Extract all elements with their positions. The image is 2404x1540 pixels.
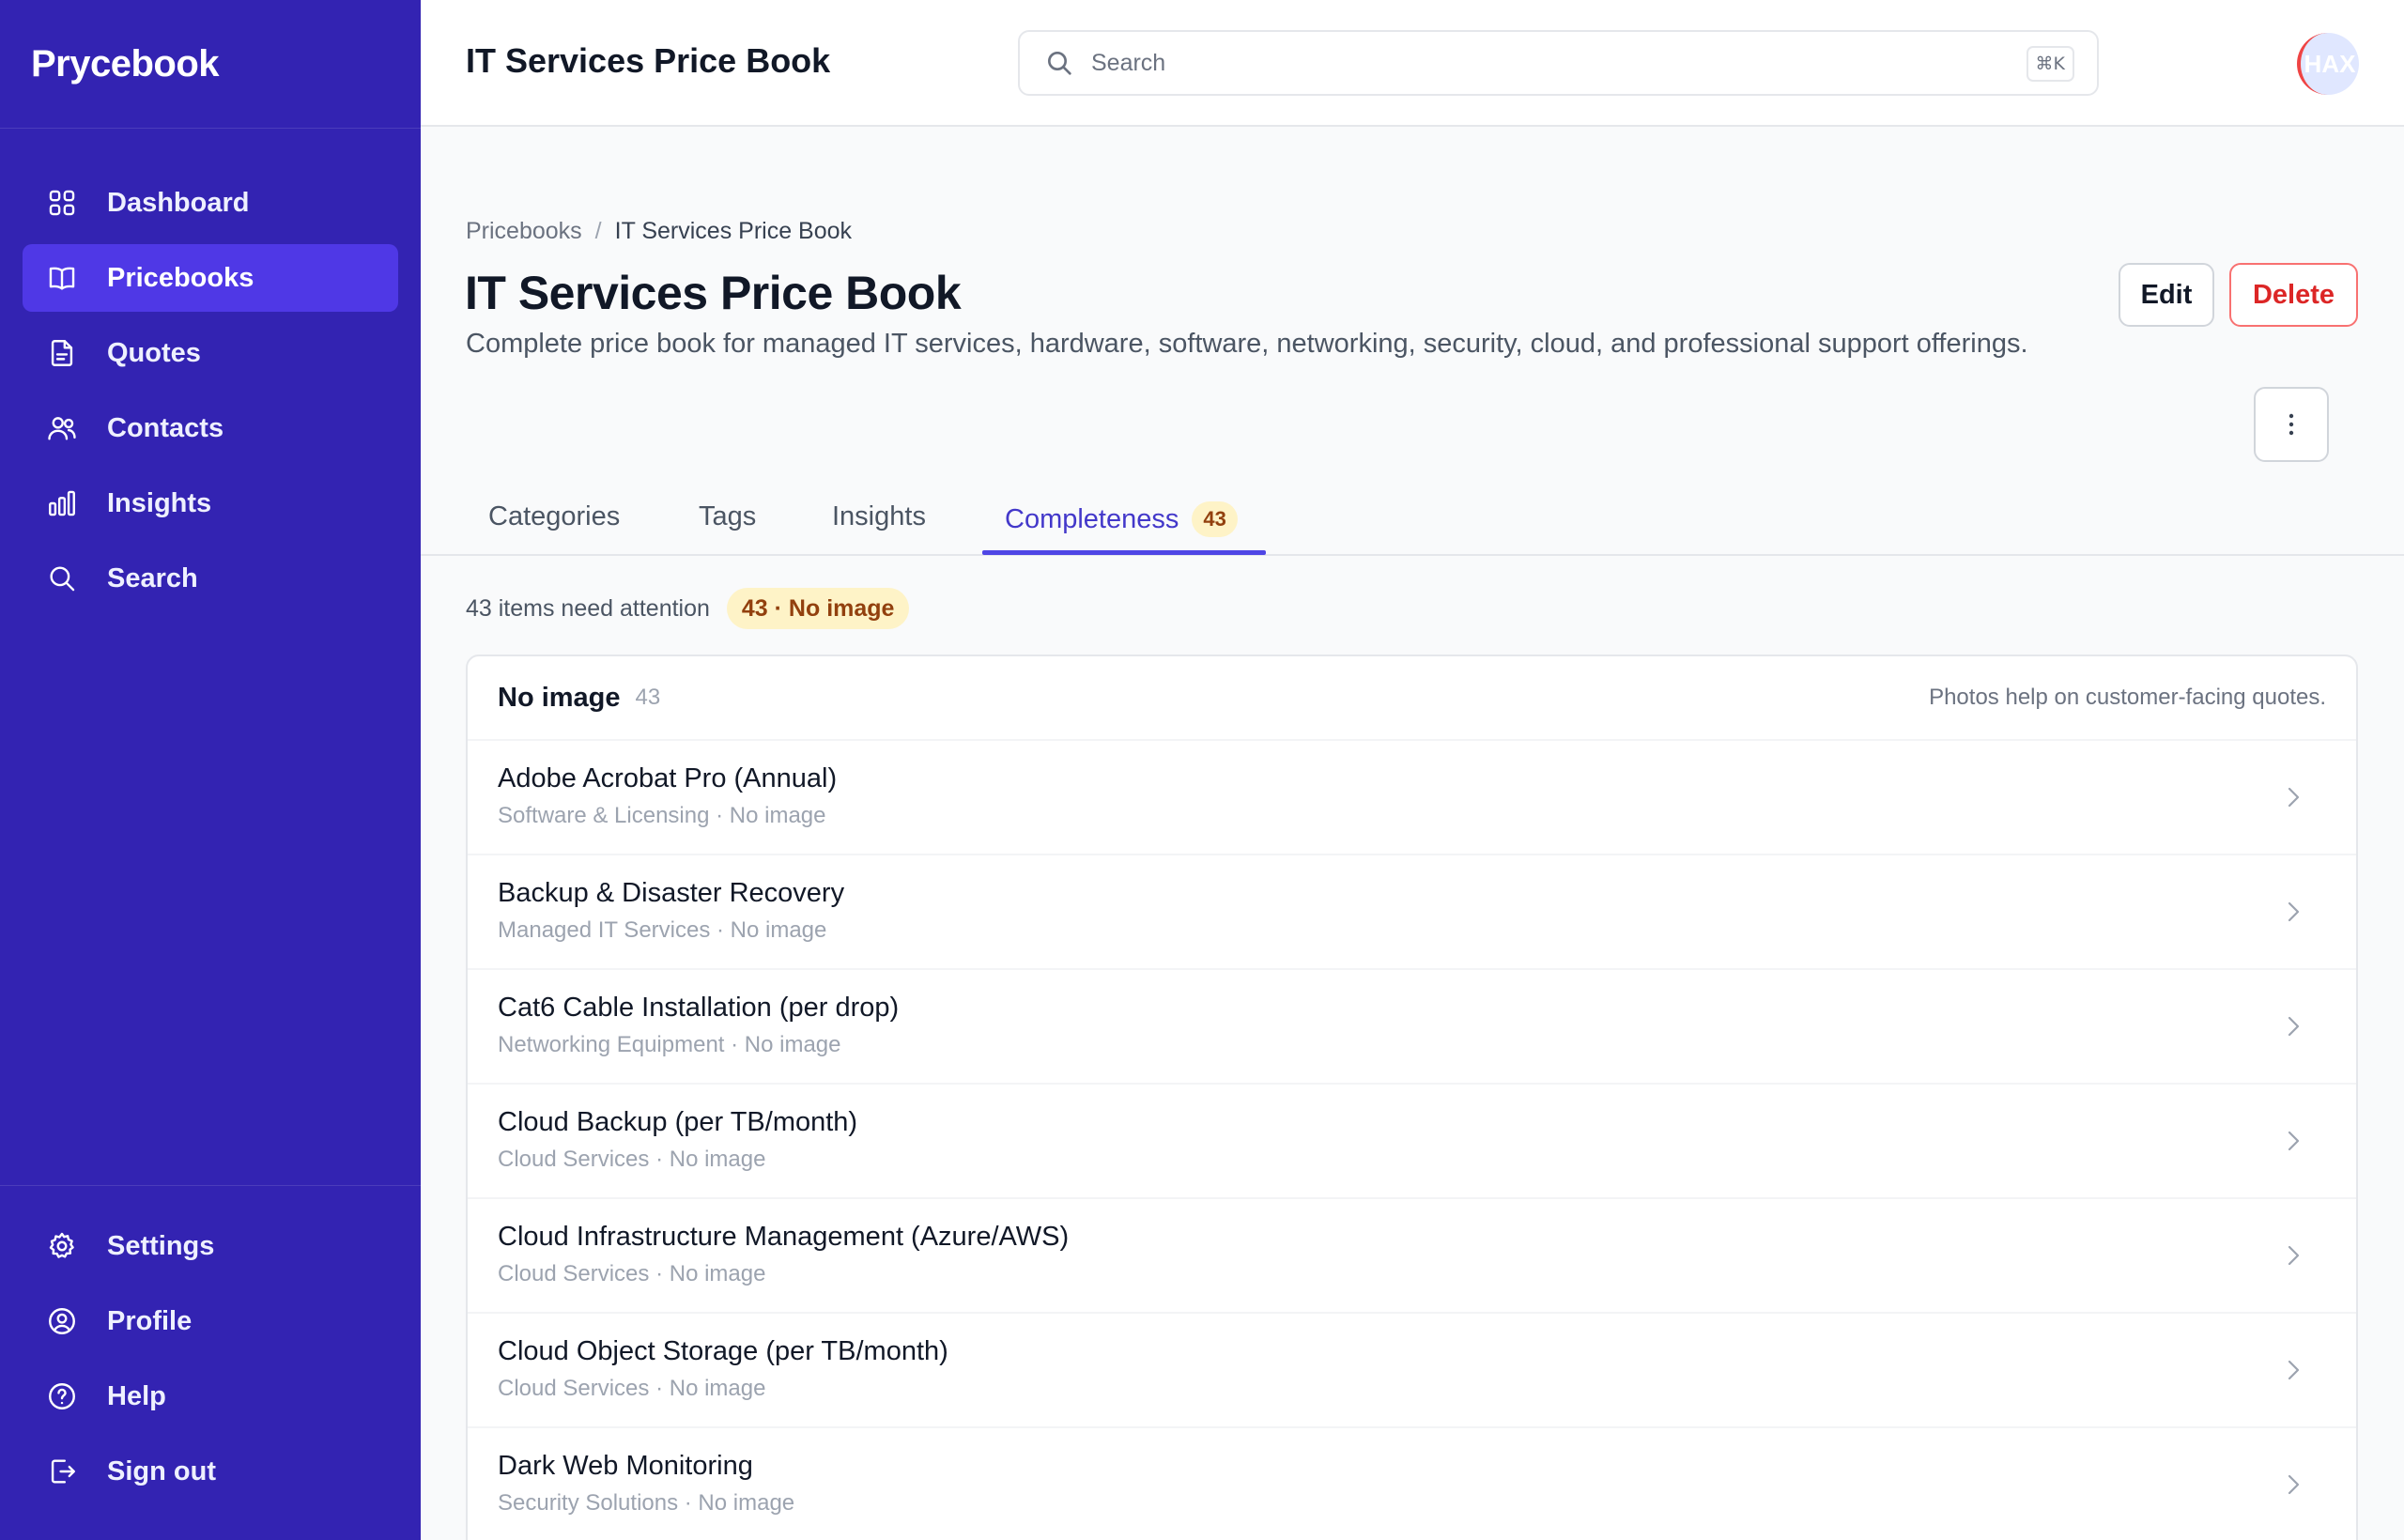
chevron-right-icon (2279, 1125, 2307, 1157)
user-circle-icon (45, 1304, 79, 1338)
item-meta: Software & Licensing · No image (498, 803, 826, 828)
item-meta: Security Solutions · No image (498, 1490, 795, 1516)
item-meta: Networking Equipment · No image (498, 1032, 841, 1057)
status-badge[interactable]: 43 · No image (726, 588, 910, 629)
more-vertical-icon (2288, 413, 2294, 436)
book-icon (45, 261, 79, 295)
sidebar-item-settings[interactable]: Settings (23, 1212, 398, 1280)
chevron-right-icon (2279, 1010, 2307, 1042)
sidebar-item-insights[interactable]: Insights (23, 470, 398, 537)
bar-chart-icon (45, 486, 79, 520)
item-meta: Cloud Services · No image (498, 1261, 766, 1286)
item-name: Cloud Infrastructure Management (Azure/A… (498, 1222, 1070, 1252)
list-item[interactable]: Dark Web Monitoring Security Solutions ·… (468, 1428, 2356, 1540)
sidebar-item-label: Settings (107, 1230, 215, 1261)
more-options-button[interactable] (2254, 387, 2329, 462)
delete-button[interactable]: Delete (2229, 263, 2358, 327)
sidebar-nav: Dashboard Pricebooks Quotes Contacts Ins… (0, 129, 421, 612)
no-image-list-card: No image 43 Photos help on customer-faci… (466, 654, 2358, 1540)
edit-button[interactable]: Edit (2119, 263, 2214, 327)
chevron-right-icon (2279, 1354, 2307, 1386)
tab-count-badge: 43 (1192, 501, 1238, 537)
grid-icon (45, 186, 79, 220)
card-header: No image 43 Photos help on customer-faci… (468, 656, 2356, 741)
chevron-right-icon (2279, 781, 2307, 813)
card-title: No image (498, 682, 621, 713)
breadcrumb: Pricebooks / IT Services Price Book (466, 218, 852, 245)
sidebar-item-sign-out[interactable]: Sign out (23, 1438, 398, 1505)
item-meta: Managed IT Services · No image (498, 917, 827, 943)
item-name: Backup & Disaster Recovery (498, 878, 845, 908)
top-bar: IT Services Price Book Search ⌘K HAX (421, 0, 2404, 127)
header-title: IT Services Price Book (466, 41, 831, 80)
sidebar-item-label: Quotes (107, 337, 201, 368)
document-icon (45, 336, 79, 370)
breadcrumb-separator: / (594, 218, 602, 244)
chevron-right-icon (2279, 896, 2307, 928)
sidebar: Prycebook Dashboard Pricebooks Quotes Co… (0, 0, 421, 1540)
tab-bar: Categories Tags Insights Completeness 43 (421, 488, 2404, 556)
gear-icon (45, 1229, 79, 1263)
sidebar-item-help[interactable]: Help (23, 1363, 398, 1430)
item-name: Cloud Backup (per TB/month) (498, 1107, 858, 1137)
chevron-right-icon (2279, 1469, 2307, 1501)
breadcrumb-root-link[interactable]: Pricebooks (466, 218, 582, 244)
search-placeholder: Search (1091, 49, 1166, 76)
sidebar-item-label: Help (107, 1380, 166, 1411)
tab-completeness[interactable]: Completeness 43 (1005, 501, 1238, 556)
search-icon (1048, 52, 1071, 75)
active-tab-indicator (982, 550, 1266, 555)
sidebar-item-label: Contacts (107, 412, 224, 443)
sidebar-item-contacts[interactable]: Contacts (23, 394, 398, 462)
list-item[interactable]: Cloud Backup (per TB/month) Cloud Servic… (468, 1085, 2356, 1199)
list-item[interactable]: Adobe Acrobat Pro (Annual) Software & Li… (468, 741, 2356, 855)
sidebar-item-pricebooks[interactable]: Pricebooks (23, 244, 398, 312)
tab-insights[interactable]: Insights (832, 501, 926, 556)
page-title: IT Services Price Book (465, 267, 962, 319)
list-item[interactable]: Backup & Disaster Recovery Managed IT Se… (468, 855, 2356, 970)
search-shortcut-hint: ⌘K (2026, 46, 2074, 82)
attention-summary: 43 items need attention 43 · No image (466, 588, 910, 629)
tab-categories[interactable]: Categories (488, 501, 620, 556)
item-name: Cloud Object Storage (per TB/month) (498, 1336, 948, 1366)
sidebar-item-label: Pricebooks (107, 262, 254, 293)
help-circle-icon (45, 1379, 79, 1413)
item-meta: Cloud Services · No image (498, 1147, 766, 1172)
search-input[interactable]: Search ⌘K (1018, 30, 2099, 96)
sidebar-item-profile[interactable]: Profile (23, 1287, 398, 1355)
sidebar-item-label: Sign out (107, 1455, 216, 1486)
card-count: 43 (635, 685, 661, 710)
list-item[interactable]: Cloud Object Storage (per TB/month) Clou… (468, 1314, 2356, 1428)
chevron-right-icon (2279, 1240, 2307, 1271)
list-item[interactable]: Cloud Infrastructure Management (Azure/A… (468, 1199, 2356, 1314)
avatar[interactable]: HAX (2297, 33, 2359, 95)
list-item[interactable]: Cat6 Cable Installation (per drop) Netwo… (468, 970, 2356, 1085)
attention-text: 43 items need attention (466, 594, 710, 622)
breadcrumb-current: IT Services Price Book (614, 218, 853, 244)
sign-out-icon (45, 1455, 79, 1488)
tab-tags[interactable]: Tags (699, 501, 756, 556)
sidebar-item-dashboard[interactable]: Dashboard (23, 169, 398, 237)
search-icon (45, 562, 79, 595)
item-name: Dark Web Monitoring (498, 1451, 753, 1481)
sidebar-item-quotes[interactable]: Quotes (23, 319, 398, 387)
sidebar-item-label: Search (107, 562, 198, 593)
card-note: Photos help on customer-facing quotes. (1929, 685, 2326, 710)
sidebar-item-search[interactable]: Search (23, 545, 398, 612)
users-icon (45, 411, 79, 445)
sidebar-item-label: Profile (107, 1305, 193, 1336)
item-name: Cat6 Cable Installation (per drop) (498, 993, 900, 1023)
item-name: Adobe Acrobat Pro (Annual) (498, 763, 838, 793)
sidebar-item-label: Insights (107, 487, 212, 518)
page-description: Complete price book for managed IT servi… (466, 329, 2028, 359)
sidebar-item-label: Dashboard (107, 187, 250, 218)
tab-label: Completeness (1005, 504, 1179, 534)
brand-logo[interactable]: Prycebook (0, 0, 421, 129)
sidebar-bottom-nav: Settings Profile Help Sign out (0, 1185, 421, 1540)
item-meta: Cloud Services · No image (498, 1376, 766, 1401)
